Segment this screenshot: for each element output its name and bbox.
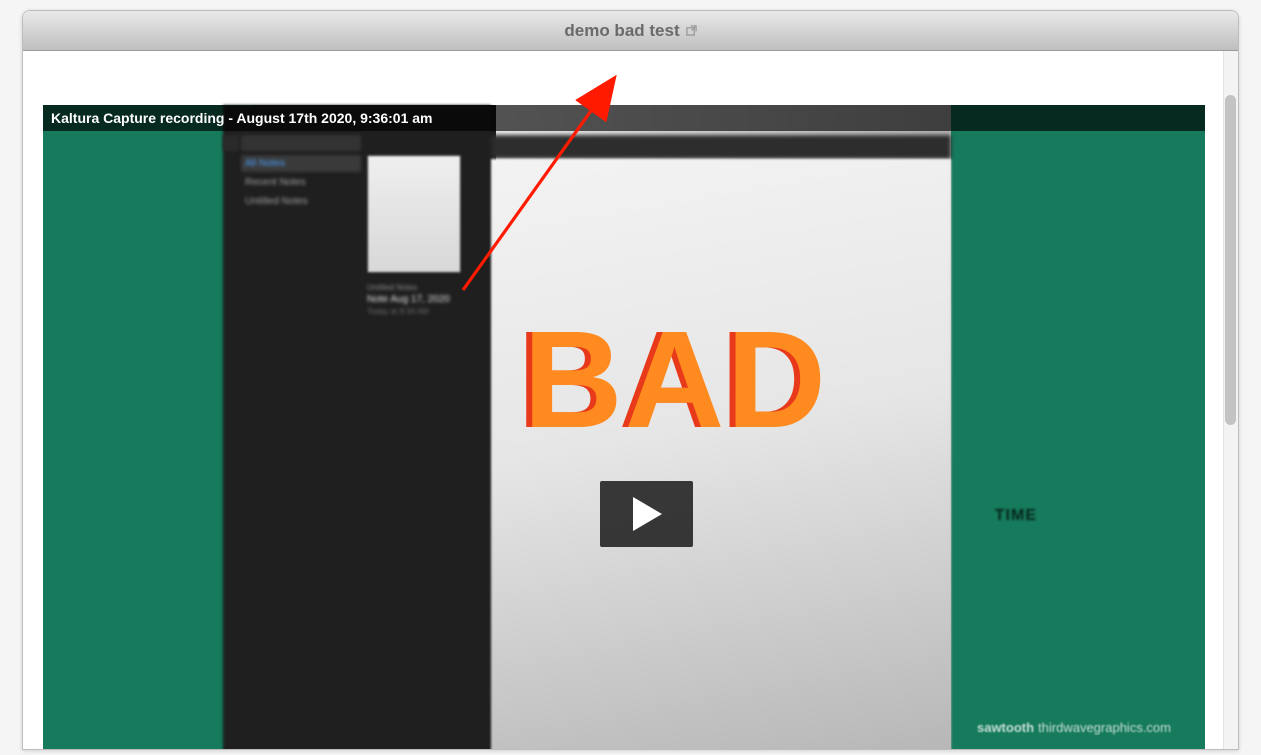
scrollbar-thumb[interactable] — [1225, 95, 1236, 425]
bg-note-meta: Untitled Notes Note Aug 17, 2020 Today a… — [367, 283, 487, 316]
bg-note-subtitle: Today at 9:34 AM — [367, 307, 487, 316]
app-window: demo bad test All Notes Recent Notes — [22, 10, 1239, 750]
bg-watermark-brand: sawtooth — [977, 720, 1034, 735]
bg-watermark-domain: thirdwavegraphics.com — [1038, 720, 1171, 735]
video-bg-left — [43, 105, 223, 749]
bg-time-label: TIME — [995, 507, 1037, 525]
bg-note-title: Note Aug 17, 2020 — [367, 294, 487, 305]
bg-search-field — [241, 135, 361, 151]
window-titlebar[interactable]: demo bad test — [23, 11, 1238, 51]
bg-sidebar-list: All Notes Recent Notes Untitled Notes — [241, 155, 361, 212]
popout-icon[interactable] — [686, 21, 697, 41]
bg-note-thumbnail — [367, 155, 461, 273]
bg-compose-icon — [223, 135, 239, 151]
video-bg-right — [951, 105, 1205, 749]
bg-sidebar-item: Recent Notes — [241, 174, 361, 191]
bg-sidebar-item: All Notes — [241, 155, 361, 172]
play-icon — [630, 495, 664, 533]
scrollbar-track[interactable] — [1223, 51, 1238, 749]
video-bg-toolbar — [491, 135, 951, 159]
window-content: All Notes Recent Notes Untitled Notes Un… — [23, 51, 1238, 749]
video-title-text: Kaltura Capture recording - August 17th … — [51, 110, 432, 126]
bg-sidebar-item: Untitled Notes — [241, 193, 361, 210]
video-title-bar: Kaltura Capture recording - August 17th … — [43, 105, 1205, 131]
play-button[interactable] — [600, 481, 693, 547]
bg-watermark: sawtooth thirdwavegraphics.com — [977, 720, 1171, 735]
bg-note-folder: Untitled Notes — [367, 283, 487, 292]
video-overlay-text: BAD — [523, 311, 828, 449]
window-title-text: demo bad test — [564, 21, 679, 41]
window-title: demo bad test — [564, 21, 696, 41]
video-player[interactable]: All Notes Recent Notes Untitled Notes Un… — [43, 105, 1205, 749]
